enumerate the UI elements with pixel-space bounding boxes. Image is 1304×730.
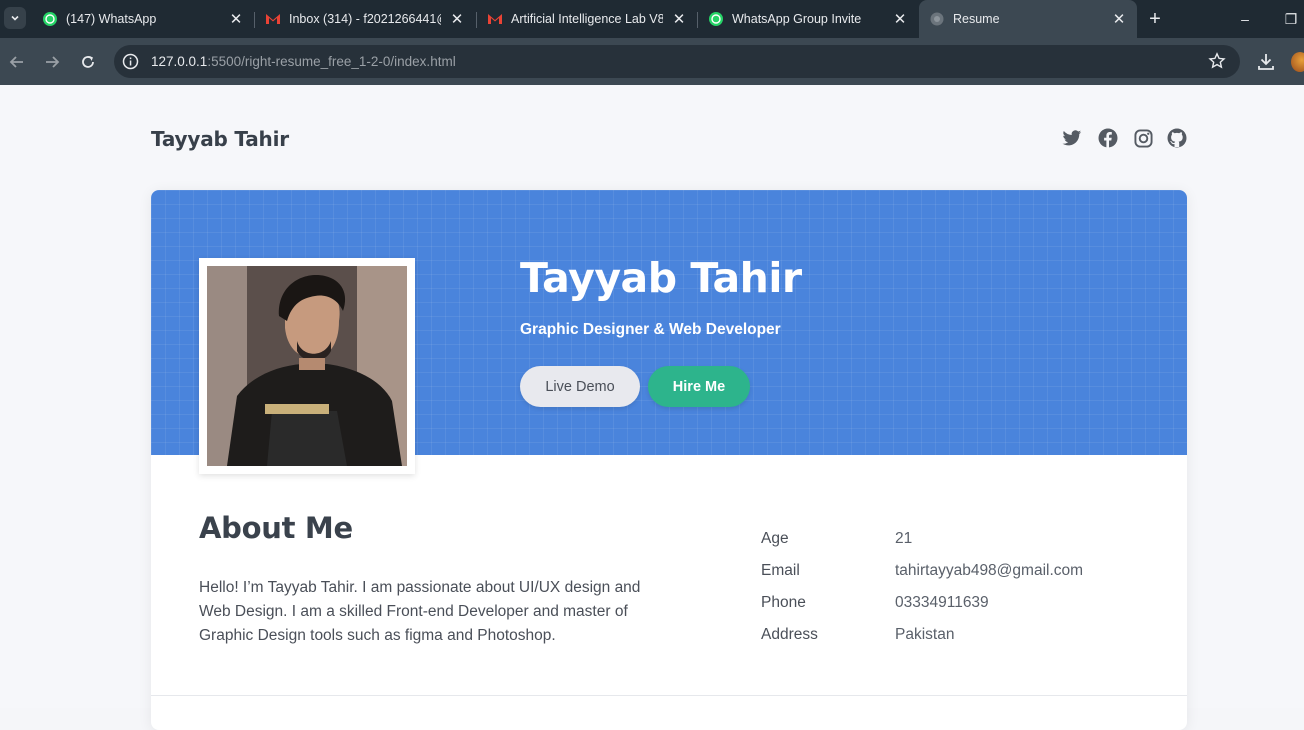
forward-button[interactable] [40, 50, 64, 74]
tab-label: Inbox (314) - f2021266441@ [289, 12, 441, 26]
tab-label: WhatsApp Group Invite [732, 12, 862, 26]
info-key: Age [761, 530, 789, 547]
about-text: Hello! I’m Tayyab Tahir. I am passionate… [199, 579, 641, 644]
info-key: Address [761, 626, 818, 643]
info-key: Email [761, 562, 800, 579]
info-key: Phone [761, 594, 806, 611]
tab-label: (147) WhatsApp [66, 12, 157, 26]
chevron-down-icon [11, 15, 19, 21]
browser-tabstrip: (147) WhatsApp ✕ Inbox (314) - f20212664… [0, 0, 1304, 38]
hire-me-button[interactable]: Hire Me [648, 366, 750, 407]
profile-photo-frame [199, 258, 415, 474]
section-divider [151, 695, 1187, 696]
profile-photo [207, 266, 407, 466]
url-path: :5500/right-resume_free_1-2-0/index.html [207, 54, 456, 69]
new-tab-button[interactable]: + [1144, 8, 1166, 30]
site-info-icon[interactable] [122, 53, 139, 70]
forward-arrow-icon [46, 56, 60, 68]
tab-whatsapp-invite[interactable]: WhatsApp Group Invite ✕ [698, 0, 918, 38]
reload-icon [82, 56, 94, 68]
restore-icon[interactable]: ❐ [1280, 8, 1302, 30]
globe-icon [929, 11, 945, 27]
close-icon[interactable]: ✕ [892, 11, 908, 28]
reload-button[interactable] [76, 50, 100, 74]
live-demo-button[interactable]: Live Demo [520, 366, 640, 407]
info-value: 21 [895, 530, 913, 547]
resume-card: Tayyab Tahir Graphic Designer & Web Deve… [151, 190, 1187, 730]
info-value: Pakistan [895, 626, 955, 643]
url-host: 127.0.0.1 [151, 54, 208, 69]
gmail-icon [487, 11, 503, 27]
close-icon[interactable]: ✕ [671, 11, 687, 28]
facebook-icon[interactable] [1097, 127, 1119, 149]
back-arrow-icon [9, 56, 23, 68]
url-text[interactable]: 127.0.0.1:5500/right-resume_free_1-2-0/i… [151, 54, 456, 69]
gmail-icon [265, 11, 281, 27]
github-icon[interactable] [1166, 127, 1188, 149]
hero-title: Graphic Designer & Web Developer [520, 321, 781, 338]
download-icon[interactable] [1256, 52, 1276, 72]
portrait-illustration [207, 266, 407, 466]
browser-toolbar: 127.0.0.1:5500/right-resume_free_1-2-0/i… [0, 38, 1304, 85]
address-bar[interactable]: 127.0.0.1:5500/right-resume_free_1-2-0/i… [114, 45, 1240, 78]
tab-label: Artificial Intelligence Lab V8 [511, 12, 663, 26]
close-icon[interactable]: ✕ [1111, 11, 1127, 28]
close-icon[interactable]: ✕ [449, 11, 465, 28]
tab-whatsapp[interactable]: (147) WhatsApp ✕ [32, 0, 254, 38]
tab-resume[interactable]: Resume ✕ [919, 0, 1137, 38]
back-button[interactable] [5, 50, 29, 74]
whatsapp-icon [708, 11, 724, 27]
tab-search-button[interactable] [4, 7, 26, 29]
whatsapp-icon [42, 11, 58, 27]
close-icon[interactable]: ✕ [228, 11, 244, 28]
minimize-icon[interactable]: – [1234, 8, 1256, 30]
info-value[interactable]: tahirtayyab498@gmail.com [895, 562, 1083, 580]
instagram-icon[interactable] [1132, 127, 1154, 149]
bookmark-star-icon[interactable] [1208, 52, 1226, 70]
site-brand[interactable]: Tayyab Tahir [151, 127, 289, 151]
tab-label: Resume [953, 12, 1000, 26]
profile-avatar[interactable] [1291, 52, 1304, 72]
tab-inbox[interactable]: Inbox (314) - f2021266441@ ✕ [255, 0, 475, 38]
page: Tayyab Tahir Tayyab Tahir Graphic Design… [0, 85, 1304, 730]
twitter-icon[interactable] [1061, 127, 1083, 149]
tab-ai-lab[interactable]: Artificial Intelligence Lab V8 ✕ [477, 0, 697, 38]
info-value: 03334911639 [895, 594, 989, 611]
about-heading: About Me [199, 511, 353, 545]
hero-name: Tayyab Tahir [520, 254, 802, 302]
